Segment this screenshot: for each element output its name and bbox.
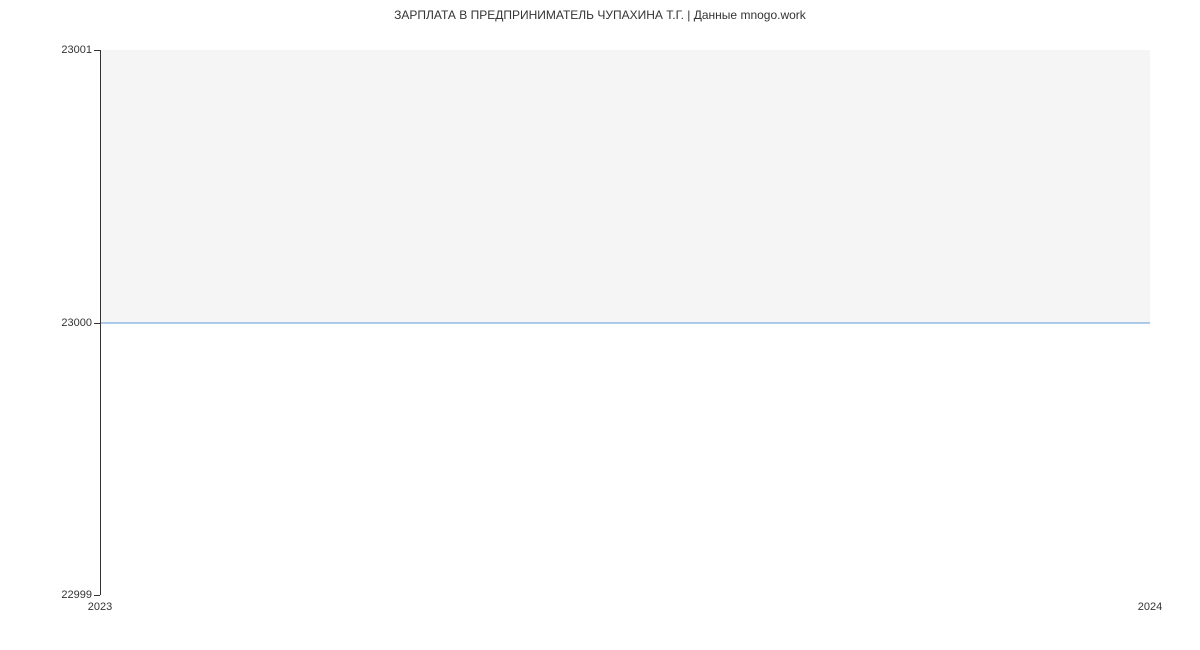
- y-axis-label: 23000: [61, 317, 92, 329]
- y-axis-label: 22999: [61, 589, 92, 601]
- plot-background-bottom: [101, 323, 1150, 596]
- chart-title: ЗАРПЛАТА В ПРЕДПРИНИМАТЕЛЬ ЧУПАХИНА Т.Г.…: [0, 0, 1200, 22]
- x-axis-label: 2023: [88, 601, 112, 613]
- y-axis-label: 23001: [61, 44, 92, 56]
- y-axis-tick: [94, 50, 100, 51]
- chart-plot-area: 23001 23000 22999 2023 2024: [100, 50, 1150, 595]
- x-axis-label: 2024: [1138, 601, 1162, 613]
- y-axis-tick: [94, 323, 100, 324]
- plot-background: [100, 50, 1150, 595]
- y-axis-tick: [94, 595, 100, 596]
- data-series-line: [101, 322, 1150, 323]
